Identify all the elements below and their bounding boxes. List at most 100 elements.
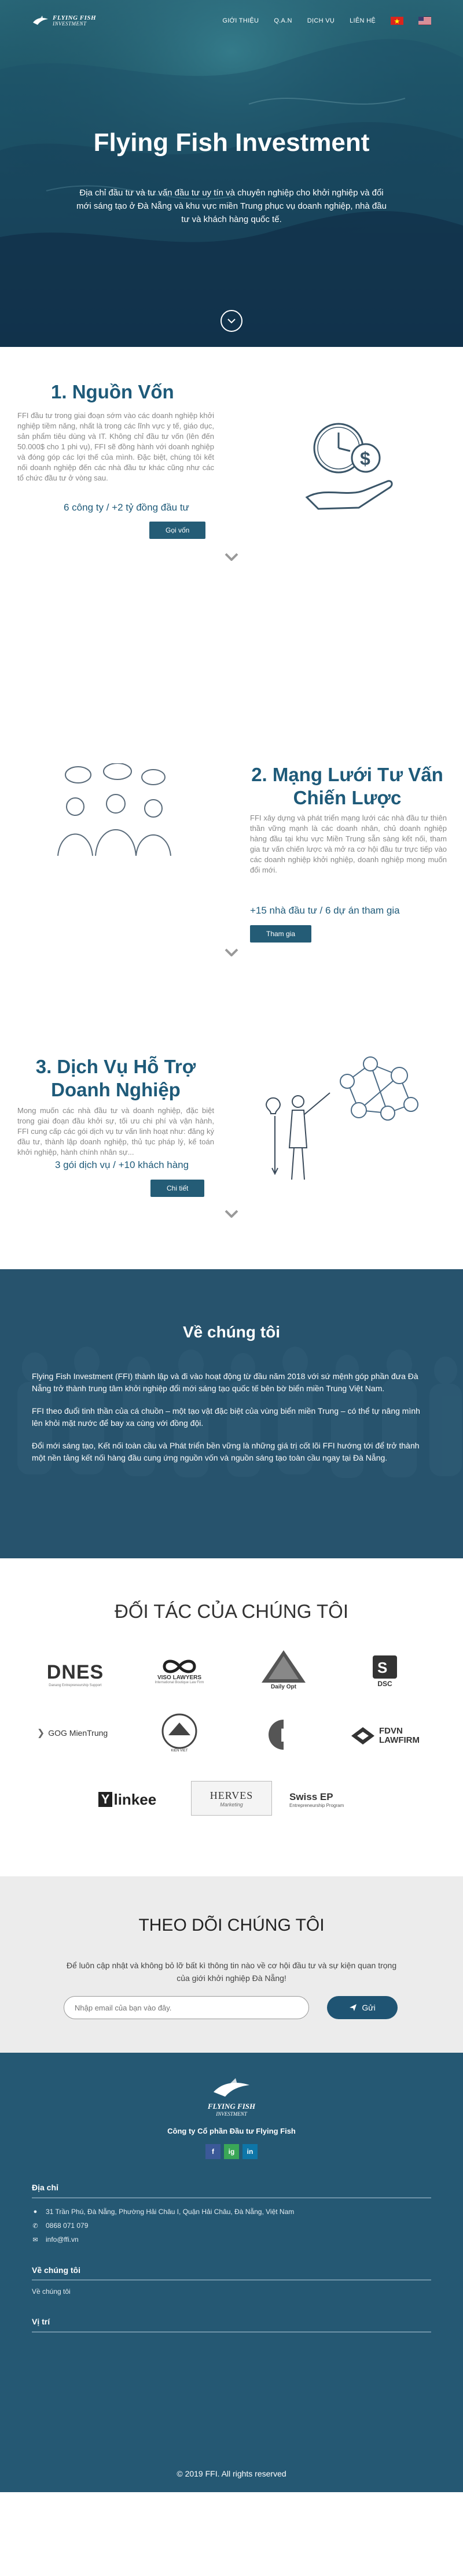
- businessman-network-illustration: [265, 1056, 418, 1180]
- about-paragraph-3: Đổi mới sáng tạo, Kết nối toàn cầu và Ph…: [32, 1441, 420, 1462]
- partner-sub: Marketing: [220, 1801, 243, 1808]
- chevron-down-icon: [225, 948, 238, 956]
- phone-text: 0868 071 079: [46, 2222, 89, 2230]
- footer-logo-line1: FLYING FISH: [207, 2102, 256, 2111]
- linkee-y-icon: Y: [98, 1792, 113, 1807]
- divider: [32, 2197, 431, 2198]
- footer-logo-line2: INVESTMENT: [216, 2111, 247, 2117]
- partner-logo-linkee[interactable]: Y linkee: [90, 1785, 165, 1814]
- svg-text:S: S: [377, 1659, 387, 1676]
- instagram-icon[interactable]: ig: [224, 2144, 239, 2159]
- feature-title: 3. Dịch Vụ Hỗ Trợ Doanh Nghiệp: [35, 1056, 196, 1100]
- vietnam-flag-icon[interactable]: [391, 17, 403, 25]
- feature-stat: +15 nhà đầu tư / 6 dự án tham gia: [250, 905, 400, 916]
- partner-logo-kien-viet[interactable]: KIEN VIET: [153, 1710, 205, 1756]
- social-links: f ig in: [0, 2144, 463, 2159]
- address-heading: Địa chỉ: [32, 2183, 58, 2192]
- facebook-icon[interactable]: f: [205, 2144, 221, 2159]
- logo[interactable]: FLYING FISH INVESTMENT: [32, 14, 96, 27]
- dsc-icon: S: [373, 1655, 397, 1679]
- phone-row[interactable]: ✆ 0868 071 079: [32, 2222, 88, 2230]
- partner-name: Swiss EP: [289, 1791, 333, 1802]
- partner-name: DNES: [46, 1661, 104, 1683]
- subscribe-title: THEO DÕI CHÚNG TÔI: [138, 1916, 325, 1935]
- join-network-button[interactable]: Tham gia: [250, 925, 312, 943]
- hero-title: Flying Fish Investment: [93, 128, 370, 157]
- footer: FLYING FISH INVESTMENT Công ty Cổ phần Đ…: [0, 2053, 463, 2492]
- subscribe-section: THEO DÕI CHÚNG TÔI Để luôn cập nhật và k…: [0, 1876, 463, 2053]
- partner-logo-e[interactable]: E: [263, 1714, 304, 1755]
- partner-name: DSC: [377, 1680, 392, 1688]
- chevron-down-icon: [225, 1210, 238, 1218]
- partner-sub: Danang Entrepreneurship Support: [49, 1683, 102, 1687]
- svg-text:$: $: [360, 448, 370, 469]
- about-paragraph-2: FFI theo đuổi tinh thần của cá chuồn – m…: [32, 1406, 420, 1428]
- flying-fish-logo-icon: [33, 16, 48, 25]
- about-heading: Về chúng tôi: [32, 2265, 80, 2275]
- nav-dich-vu[interactable]: DỊCH VỤ: [307, 17, 335, 24]
- partner-name: FDVN LAWFIRM: [379, 1726, 420, 1745]
- nav-lien-he[interactable]: LIÊN HỆ: [350, 17, 376, 24]
- nav-qan[interactable]: Q.A.N: [274, 17, 292, 24]
- feature-text: FFI đầu tư trong giai đoạn sớm vào các d…: [17, 411, 214, 482]
- phone-icon: ✆: [32, 2222, 38, 2230]
- hero-subtitle: Địa chỉ đầu tư và tư vấn đầu tư uy tín v…: [76, 188, 387, 224]
- email-row[interactable]: ✉ info@ffi.vn: [32, 2235, 78, 2244]
- divider: [32, 2279, 431, 2281]
- clock-money-hand-illustration: $: [305, 423, 393, 510]
- partner-name: HERVES: [210, 1789, 253, 1801]
- partner-name: VISO LAWYERS: [157, 1674, 202, 1681]
- partner-logo-herves[interactable]: HERVES Marketing: [191, 1781, 272, 1816]
- partner-logo-dnes[interactable]: DNES Danang Entrepreneurship Support: [32, 1657, 119, 1691]
- chevron-down-icon: [225, 553, 238, 561]
- subscribe-text: Để luôn cập nhật và không bỏ lỡ bất kì t…: [66, 1961, 397, 1983]
- raise-capital-button[interactable]: Gọi vốn: [149, 522, 206, 539]
- about-paragraph-1: Flying Fish Investment (FFI) thành lập v…: [32, 1372, 418, 1393]
- partner-name: KIEN VIET: [171, 1749, 188, 1753]
- position-heading: Vị trí: [32, 2317, 50, 2326]
- us-flag-icon[interactable]: [418, 17, 431, 25]
- send-icon: [350, 2004, 357, 2011]
- feature-title: 1. Nguồn Vốn: [51, 381, 174, 402]
- feature-stat: 6 công ty / +2 tỷ đồng đầu tư: [64, 502, 189, 513]
- chevron-down-icon: [227, 318, 236, 323]
- details-button[interactable]: Chi tiết: [150, 1180, 205, 1197]
- about-link[interactable]: Về chúng tôi: [32, 2287, 71, 2296]
- divider: [32, 2331, 431, 2333]
- partner-logo-swiss-ep[interactable]: Swiss EP Entrepreneurship Program: [289, 1784, 376, 1816]
- e-logo-icon: E: [269, 1720, 299, 1750]
- nav-gioi-thieu[interactable]: GIỚI THIỆU: [222, 17, 259, 24]
- partners-section: ĐỐI TÁC CỦA CHÚNG TÔI DNES Danang Entrep…: [0, 1558, 463, 1876]
- logo-text: FLYING FISH INVESTMENT: [53, 15, 96, 27]
- partner-logo-dsc[interactable]: S DSC: [356, 1651, 414, 1691]
- address-text: 31 Trần Phú, Đà Nẵng, Phường Hải Châu I,…: [46, 2208, 295, 2216]
- partner-logo-fdvn[interactable]: FDVN LAWFIRM: [344, 1721, 431, 1750]
- gog-chevron-icon: ❯: [36, 1728, 45, 1738]
- kien-viet-emblem-icon: [161, 1713, 197, 1749]
- partner-logo-daily-opt[interactable]: Daily Opt: [255, 1645, 313, 1694]
- fdvn-diamond-icon: [351, 1727, 374, 1745]
- about-section: Về chúng tôi Flying Fish Investment (FFI…: [0, 1269, 463, 1558]
- hero-section: FLYING FISH INVESTMENT GIỚI THIỆU Q.A.N …: [0, 0, 463, 347]
- scroll-down-button[interactable]: [221, 310, 242, 332]
- mail-icon: ✉: [32, 2236, 38, 2244]
- partner-logo-viso[interactable]: VISO LAWYERS International Boutique Law …: [139, 1651, 220, 1691]
- email-input[interactable]: [64, 1996, 309, 2019]
- about-title: Về chúng tôi: [183, 1323, 280, 1341]
- subscribe-button[interactable]: Gửi: [327, 1996, 398, 2019]
- viso-infinity-icon: [163, 1660, 196, 1673]
- feature-network: 2. Mạng Lưới Tư Vấn Chiến Lược FFI xây d…: [0, 688, 463, 1029]
- address-row: ● 31 Trần Phú, Đà Nẵng, Phường Hải Châu …: [32, 2208, 295, 2216]
- partner-sub: Entrepreneurship Program: [289, 1803, 344, 1808]
- partner-name: linkee: [113, 1790, 157, 1808]
- ocean-wave-background: [0, 0, 463, 347]
- feature-funding: 1. Nguồn Vốn FFI đầu tư trong giai đoạn …: [0, 347, 463, 688]
- partners-title: ĐỐI TÁC CỦA CHÚNG TÔI: [115, 1601, 348, 1622]
- logo-line1: FLYING FISH: [53, 14, 97, 21]
- linkedin-icon[interactable]: in: [242, 2144, 258, 2159]
- copyright: © 2019 FFI. All rights reserved: [177, 2469, 286, 2478]
- feature-stat: 3 gói dịch vụ / +10 khách hàng: [55, 1159, 189, 1170]
- partner-logo-gog[interactable]: ❯ GOG MienTrung: [32, 1721, 113, 1745]
- partner-name: E: [280, 1725, 292, 1746]
- footer-logo[interactable]: FLYING FISH INVESTMENT: [197, 2076, 266, 2117]
